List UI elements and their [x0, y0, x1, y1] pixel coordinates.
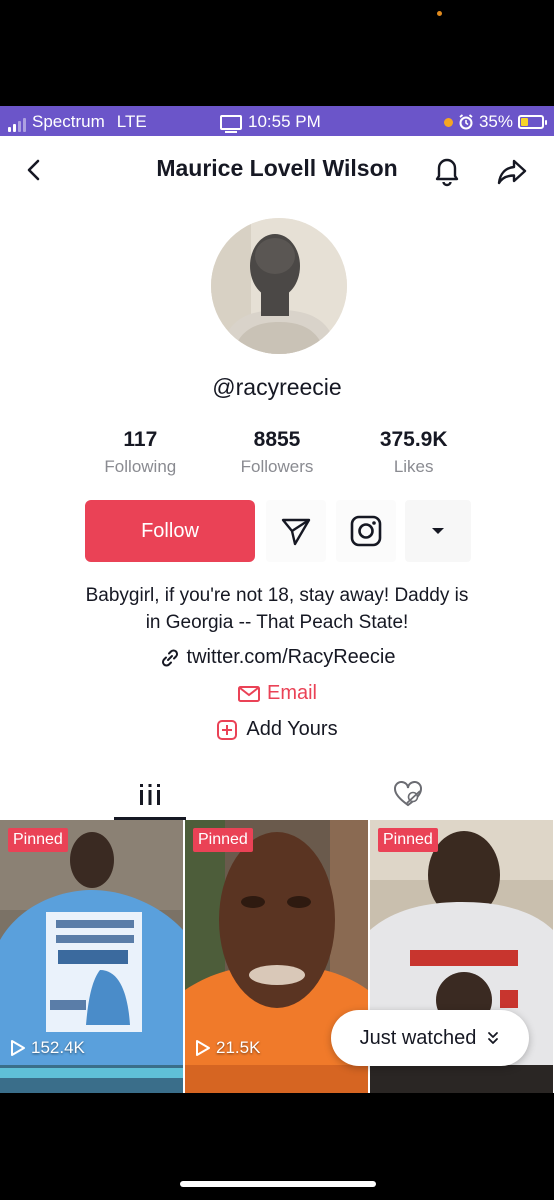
just-watched-label: Just watched — [359, 1026, 477, 1049]
profile-bio: Babygirl, if you're not 18, stay away! D… — [40, 582, 514, 636]
carrier-name: Spectrum — [32, 112, 105, 131]
email-button[interactable]: Email — [0, 682, 554, 705]
tab-videos[interactable] — [114, 768, 186, 820]
bio-line-2: in Georgia -- That Peach State! — [145, 612, 409, 633]
bell-icon[interactable] — [430, 153, 464, 187]
message-button[interactable] — [266, 500, 326, 562]
avatar-photo — [211, 218, 347, 354]
view-count-text: 152.4K — [31, 1038, 85, 1057]
more-options-button[interactable] — [405, 500, 471, 562]
bio-line-1: Babygirl, if you're not 18, stay away! D… — [85, 585, 469, 606]
link-icon — [161, 648, 178, 667]
likes-label: Likes — [393, 457, 434, 476]
followers-stat[interactable]: 8855 Followers — [209, 428, 346, 477]
status-time: 10:55 PM — [248, 112, 321, 131]
liked-hidden-icon — [394, 781, 422, 807]
video-tile[interactable]: Pinned 152.4K — [0, 820, 183, 1093]
content-tabs — [0, 768, 554, 820]
double-chevron-down-icon — [488, 1032, 499, 1044]
view-count-text: 21.5K — [216, 1038, 261, 1057]
camera-indicator — [437, 11, 442, 16]
following-count: 117 — [123, 428, 158, 451]
microphone-indicator-icon — [443, 117, 453, 127]
add-yours-label: Add Yours — [246, 718, 338, 740]
network-type: LTE — [116, 112, 147, 131]
following-stat[interactable]: 117 Following — [72, 428, 209, 477]
battery-percent: 35% — [478, 112, 513, 131]
instagram-button[interactable] — [336, 500, 396, 562]
signal-icon — [8, 118, 26, 132]
send-message-icon — [281, 518, 311, 546]
status-left: Spectrum LTE — [8, 112, 147, 132]
pinned-badge: Pinned — [193, 828, 253, 852]
profile-link-text: twitter.com/RacyReecie — [186, 646, 396, 668]
share-icon[interactable] — [495, 154, 529, 188]
just-watched-button[interactable]: Just watched — [331, 1010, 529, 1066]
email-label: Email — [266, 682, 317, 704]
caret-down-icon — [432, 528, 444, 534]
status-bar: Spectrum LTE 10:55 PM 35% — [0, 106, 554, 136]
profile-stats: 117 Following 8855 Followers 375.9K Like… — [72, 428, 482, 477]
alarm-icon — [459, 114, 473, 130]
profile-title: Maurice Lovell Wilson — [156, 155, 398, 181]
profile-actions: Follow — [85, 500, 475, 562]
top-nav: Maurice Lovell Wilson — [0, 136, 554, 202]
view-count: 21.5K — [195, 1038, 260, 1058]
screen-mirroring-icon — [220, 114, 242, 133]
profile-screen: Maurice Lovell Wilson @racyreecie 117 Fo… — [0, 136, 554, 1093]
add-yours-button[interactable]: Add Yours — [0, 718, 554, 741]
envelope-icon — [237, 685, 260, 702]
battery-icon — [518, 115, 547, 129]
view-count: 152.4K — [10, 1038, 85, 1058]
add-yours-icon — [217, 719, 238, 740]
instagram-icon — [350, 515, 382, 547]
username-handle: @racyreecie — [212, 374, 342, 400]
grid-icon — [140, 784, 160, 805]
followers-count: 8855 — [253, 428, 301, 451]
play-icon — [196, 1040, 210, 1056]
status-center: 10:55 PM — [220, 112, 321, 133]
following-label: Following — [104, 457, 177, 476]
profile-link[interactable]: twitter.com/RacyReecie — [0, 646, 554, 669]
tab-liked[interactable] — [372, 768, 444, 820]
play-icon — [11, 1040, 25, 1056]
avatar[interactable] — [211, 218, 347, 354]
status-right: 35% — [443, 112, 547, 132]
likes-stat[interactable]: 375.9K Likes — [345, 428, 482, 477]
followers-label: Followers — [240, 457, 314, 476]
follow-button[interactable]: Follow — [85, 500, 255, 562]
pinned-badge: Pinned — [378, 828, 438, 852]
likes-count: 375.9K — [379, 428, 448, 451]
home-indicator[interactable] — [180, 1181, 376, 1187]
pinned-badge: Pinned — [8, 828, 68, 852]
